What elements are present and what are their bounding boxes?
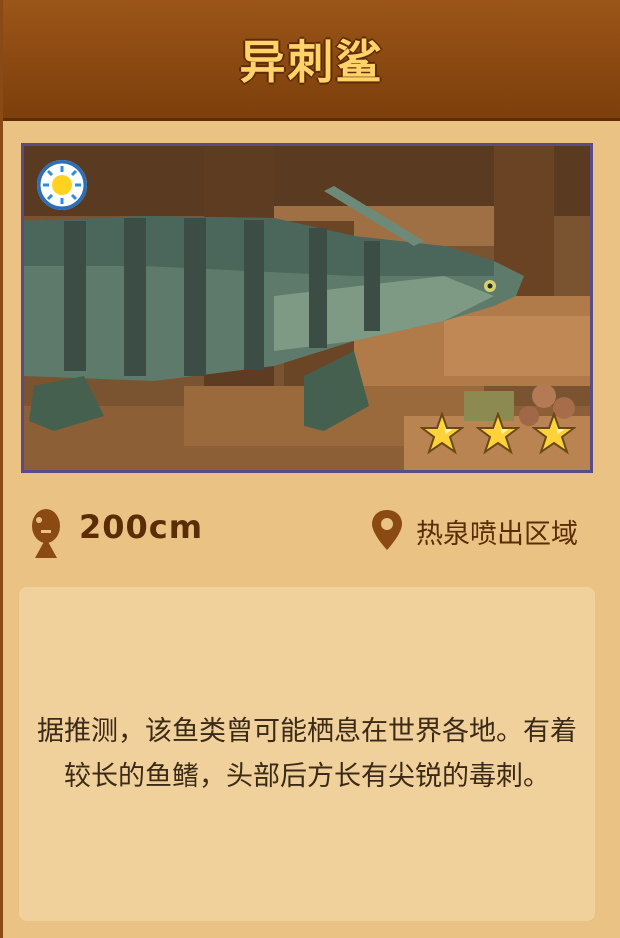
header-bar: 异刺鲨: [3, 0, 620, 121]
star-rating: [420, 412, 576, 456]
star-icon: [476, 412, 520, 455]
fish-silhouette-icon: [32, 509, 60, 558]
fish-image-frame: [21, 143, 593, 473]
map-pin-icon: [372, 510, 402, 550]
fish-size: 200cm: [79, 508, 204, 546]
sun-icon: [37, 160, 87, 210]
info-row: 200cm 热泉喷出区域: [3, 498, 620, 568]
star-icon: [420, 412, 464, 455]
fish-title: 异刺鲨: [239, 35, 384, 89]
fish-detail-card: 异刺鲨 200cm 热泉喷出区域 据推测，该鱼类曾可能栖息在世界各地。有着较长的…: [0, 0, 620, 938]
fish-location: 热泉喷出区域: [416, 519, 578, 550]
fish-description: 据推测，该鱼类曾可能栖息在世界各地。有着较长的鱼鳍，头部后方长有尖锐的毒刺。: [37, 716, 577, 792]
description-box: 据推测，该鱼类曾可能栖息在世界各地。有着较长的鱼鳍，头部后方长有尖锐的毒刺。: [19, 587, 595, 921]
star-icon: [532, 412, 576, 455]
